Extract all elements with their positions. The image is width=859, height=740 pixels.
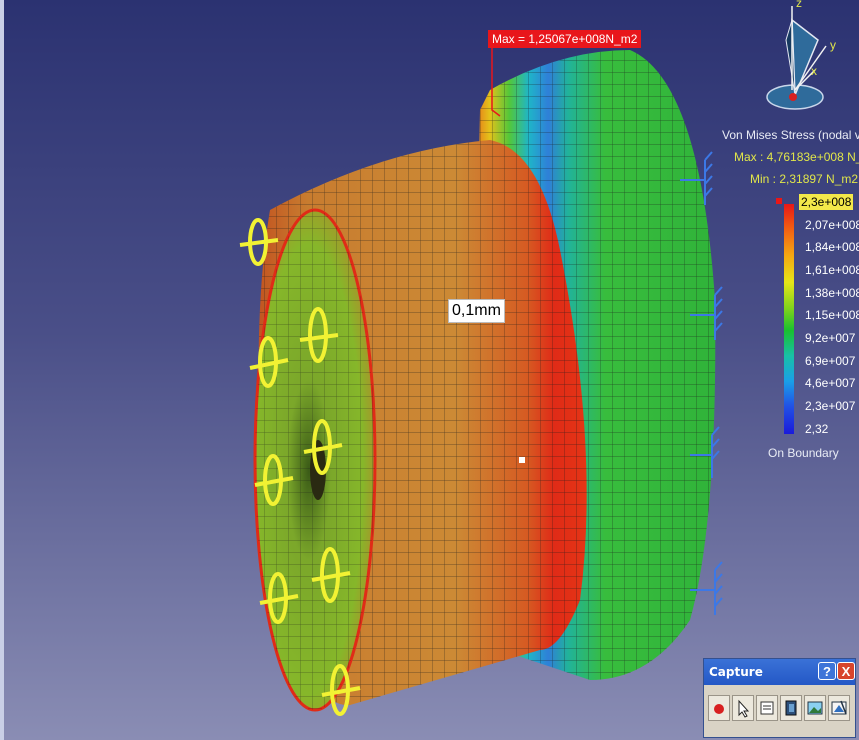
legend-tick: 2,32 xyxy=(805,422,829,436)
options-button[interactable] xyxy=(756,695,778,721)
legend-tick: 2,3e+007 xyxy=(805,399,856,413)
legend-tick: 1,84e+008 xyxy=(805,240,859,254)
legend-tick: 4,6e+007 xyxy=(805,376,856,390)
legend-color-bar xyxy=(784,204,794,434)
legend-tick: 6,9e+007 xyxy=(805,354,856,368)
legend-marker xyxy=(776,198,782,204)
select-arrow-icon xyxy=(738,699,750,718)
legend-on-boundary: On Boundary xyxy=(768,446,839,460)
image-button[interactable] xyxy=(804,695,826,721)
close-button[interactable]: X xyxy=(837,662,855,680)
orientation-compass[interactable]: z y x xyxy=(760,0,859,120)
album-icon xyxy=(831,700,847,715)
legend-tick: 1,38e+008 xyxy=(805,286,859,300)
legend-min: Min : 2,31897 N_m2 xyxy=(750,172,859,186)
capture-title: Capture xyxy=(709,665,763,679)
record-button[interactable] xyxy=(708,695,730,721)
image-icon xyxy=(807,701,823,715)
legend-tick: 2,07e+008 xyxy=(805,218,859,232)
axis-z-label: z xyxy=(796,0,802,10)
selection-point[interactable] xyxy=(519,457,525,463)
legend-tick: 1,61e+008 xyxy=(805,263,859,277)
capture-toolbar[interactable]: Capture ? X xyxy=(703,658,856,738)
compass-icon xyxy=(766,6,827,110)
capture-titlebar[interactable]: Capture ? X xyxy=(704,659,855,685)
legend-tick: 1,15e+008 xyxy=(805,308,859,322)
legend-title: Von Mises Stress (nodal value xyxy=(722,128,859,142)
legend-max: Max : 4,76183e+008 N_m xyxy=(734,150,859,164)
album-button[interactable] xyxy=(828,695,850,721)
axis-y-label: y xyxy=(830,38,836,52)
capture-window-icon xyxy=(785,700,797,716)
dimension-label[interactable]: 0,1mm xyxy=(448,299,505,323)
stress-legend[interactable]: Von Mises Stress (nodal value Max : 4,76… xyxy=(700,126,859,466)
options-icon xyxy=(760,701,774,715)
legend-tick: 9,2e+007 xyxy=(805,331,856,345)
help-button[interactable]: ? xyxy=(818,662,836,680)
select-button[interactable] xyxy=(732,695,754,721)
legend-top-value[interactable]: 2,3e+008 xyxy=(799,194,854,210)
max-value-label[interactable]: Max = 1,25067e+008N_m2 xyxy=(488,30,642,48)
capture-window-button[interactable] xyxy=(780,695,802,721)
axis-x-label: x xyxy=(811,64,817,78)
record-icon xyxy=(714,704,724,714)
